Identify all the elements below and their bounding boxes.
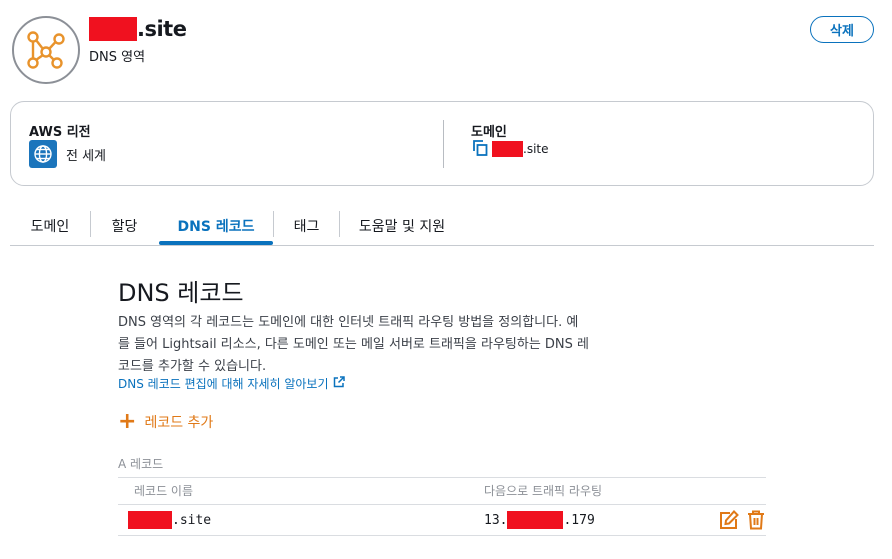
record-target-cell: 13. .179: [484, 511, 595, 529]
page: .site DNS 영역 삭제 AWS 리전 전 세계 도메인 .site 도메…: [0, 0, 892, 559]
delete-button[interactable]: 삭제: [810, 16, 874, 43]
add-record-label: 레코드 추가: [144, 415, 214, 431]
redaction-block: [492, 141, 523, 157]
info-divider: [443, 120, 444, 168]
learn-more-link-label: DNS 레코드 편집에 대해 자세히 알아보기: [118, 377, 329, 391]
redaction-block: [507, 511, 564, 529]
record-ip-suffix: .179: [563, 512, 595, 528]
page-title-suffix: .site: [137, 17, 187, 41]
table-divider: [118, 504, 766, 505]
dns-zone-icon: [12, 16, 80, 84]
redaction-block: [89, 17, 137, 41]
tab-domain[interactable]: 도메인: [10, 208, 90, 244]
info-card: AWS 리전 전 세계 도메인 .site: [10, 101, 874, 186]
external-link-icon: [333, 376, 345, 391]
table-divider: [118, 477, 766, 478]
table-divider: [118, 535, 766, 536]
section-title: DNS 레코드: [118, 279, 244, 307]
edit-icon[interactable]: [719, 510, 739, 530]
tab-tags[interactable]: 태그: [274, 208, 339, 244]
tab-assignment[interactable]: 할당: [91, 208, 158, 244]
tab-bar: 도메인 할당 DNS 레코드 태그 도움말 및 지원: [10, 208, 874, 246]
domain-value: .site: [492, 141, 549, 157]
section-description: DNS 영역의 각 레코드는 도메인에 대한 인터넷 트래픽 라우팅 방법을 정…: [118, 312, 660, 378]
domain-label: 도메인: [471, 125, 507, 140]
tab-help-support[interactable]: 도움말 및 지원: [340, 208, 464, 244]
globe-icon: [29, 140, 57, 168]
description-line: 를 들어 Lightsail 리소스, 다른 도메인 또는 메일 서버로 트래픽…: [118, 337, 589, 352]
description-line: DNS 영역의 각 레코드는 도메인에 대한 인터넷 트래픽 라우팅 방법을 정…: [118, 315, 579, 330]
record-ip-prefix: 13.: [484, 512, 508, 528]
page-subtitle: DNS 영역: [89, 50, 146, 65]
redaction-block: [128, 511, 172, 529]
trash-icon[interactable]: [746, 510, 766, 530]
copy-icon[interactable]: [473, 140, 488, 156]
tab-dns-records[interactable]: DNS 레코드: [159, 208, 273, 244]
record-name-suffix: .site: [172, 512, 212, 528]
region-label: AWS 리전: [29, 125, 91, 140]
column-header-route-traffic: 다음으로 트래픽 라우팅: [484, 484, 603, 498]
add-record-button[interactable]: + 레코드 추가: [118, 409, 214, 434]
column-header-record-name: 레코드 이름: [134, 484, 194, 498]
domain-suffix: .site: [523, 142, 549, 156]
learn-more-link[interactable]: DNS 레코드 편집에 대해 자세히 알아보기: [118, 375, 345, 392]
page-title: .site: [89, 17, 187, 41]
plus-icon: +: [118, 409, 137, 434]
active-tab-indicator: [159, 241, 273, 245]
region-value: 전 세계: [66, 149, 107, 164]
a-records-label: A 레코드: [118, 457, 164, 471]
record-name-cell: .site: [128, 511, 211, 529]
